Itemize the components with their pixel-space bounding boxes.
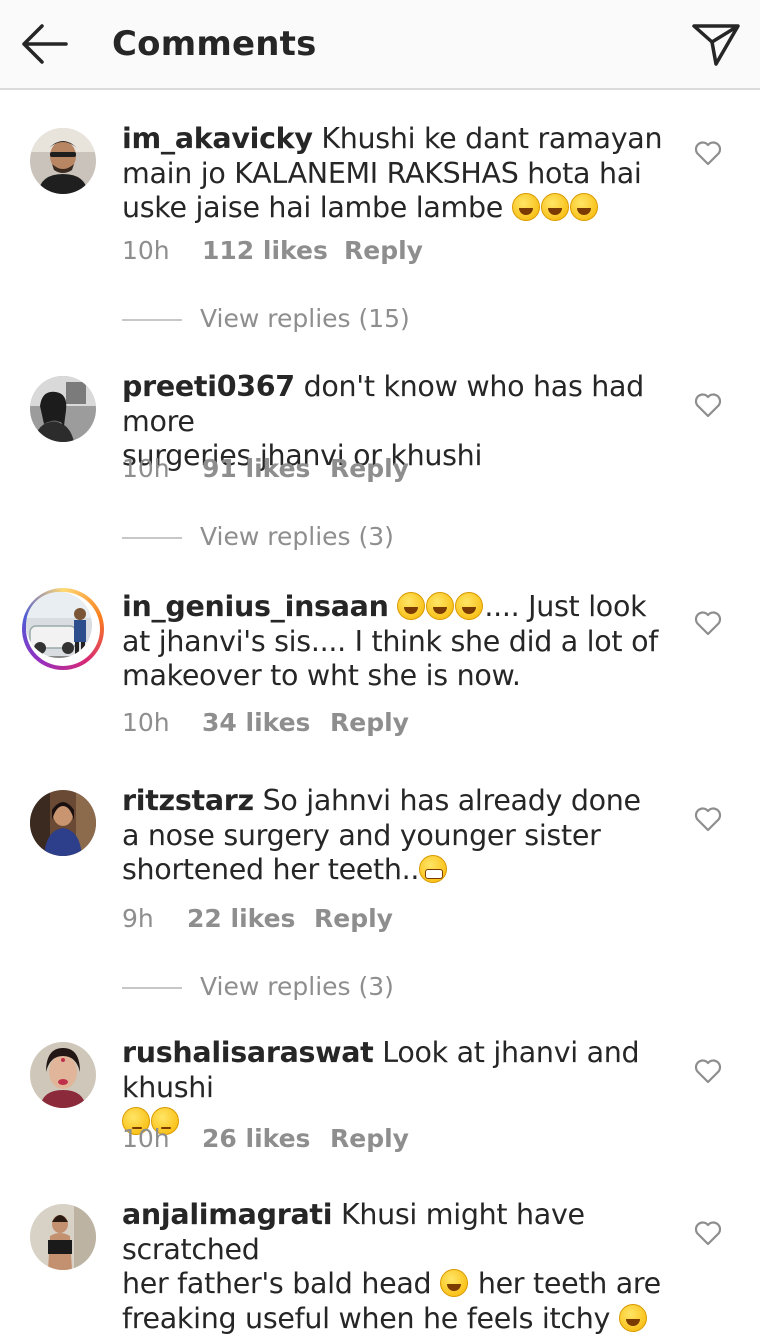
grimacing-emoji <box>419 855 448 883</box>
likes-count[interactable]: 34 likes <box>202 708 310 737</box>
avatar[interactable] <box>30 128 96 194</box>
heart-outline-icon[interactable] <box>694 140 722 166</box>
tears-of-joy-emoji <box>618 1303 647 1332</box>
app-header: Comments <box>0 0 760 90</box>
username-link[interactable]: rushalisaraswat <box>122 1036 374 1069</box>
divider <box>122 319 182 321</box>
divider <box>122 537 182 539</box>
avatar[interactable] <box>26 592 92 658</box>
heart-outline-icon[interactable] <box>694 1220 722 1246</box>
tears-of-joy-emoji <box>511 193 540 221</box>
username-link[interactable]: ritzstarz <box>122 784 254 817</box>
comment-text: in_genius_insaan .... Just look at jhanv… <box>122 590 658 692</box>
reply-button[interactable]: Reply <box>330 454 409 483</box>
likes-count[interactable]: 22 likes <box>187 904 295 933</box>
reply-button[interactable]: Reply <box>344 236 423 265</box>
timestamp: 9h <box>122 904 154 933</box>
username-link[interactable]: in_genius_insaan <box>122 590 389 623</box>
timestamp: 10h <box>122 236 170 265</box>
comment-text: anjalimagrati Khusi might have scratched… <box>122 1198 661 1335</box>
avatar[interactable] <box>30 790 96 856</box>
heart-outline-icon[interactable] <box>694 392 722 418</box>
tears-of-joy-emoji <box>440 1269 469 1297</box>
avatar[interactable] <box>30 376 96 442</box>
tears-of-joy-emoji <box>455 592 484 620</box>
username-link[interactable]: anjalimagrati <box>122 1198 332 1231</box>
tears-of-joy-emoji <box>569 193 598 221</box>
username-link[interactable]: im_akavicky <box>122 122 313 155</box>
tears-of-joy-emoji <box>426 592 455 620</box>
likes-count[interactable]: 112 likes <box>202 236 328 265</box>
avatar[interactable] <box>30 1042 96 1108</box>
arrow-left-icon[interactable] <box>18 22 70 66</box>
reply-button[interactable]: Reply <box>330 708 409 737</box>
divider <box>122 987 182 989</box>
heart-outline-icon[interactable] <box>694 806 722 832</box>
heart-outline-icon[interactable] <box>694 1058 722 1084</box>
likes-count[interactable]: 91 likes <box>202 454 310 483</box>
story-ring[interactable] <box>22 588 104 670</box>
tears-of-joy-emoji <box>397 592 426 620</box>
timestamp: 10h <box>122 454 170 483</box>
paper-plane-icon[interactable] <box>690 20 742 68</box>
page-title: Comments <box>112 24 317 64</box>
heart-outline-icon[interactable] <box>694 610 722 636</box>
likes-count[interactable]: 26 likes <box>202 1124 310 1153</box>
tears-of-joy-emoji <box>540 193 569 221</box>
timestamp: 10h <box>122 708 170 737</box>
reply-button[interactable]: Reply <box>314 904 393 933</box>
username-link[interactable]: preeti0367 <box>122 370 295 403</box>
reply-button[interactable]: Reply <box>330 1124 409 1153</box>
avatar[interactable] <box>30 1204 96 1270</box>
timestamp: 10h <box>122 1124 170 1153</box>
comment-text: im_akavicky Khushi ke dant ramayan main … <box>122 122 663 224</box>
comment-text: ritzstarz So jahnvi has already done a n… <box>122 784 641 886</box>
